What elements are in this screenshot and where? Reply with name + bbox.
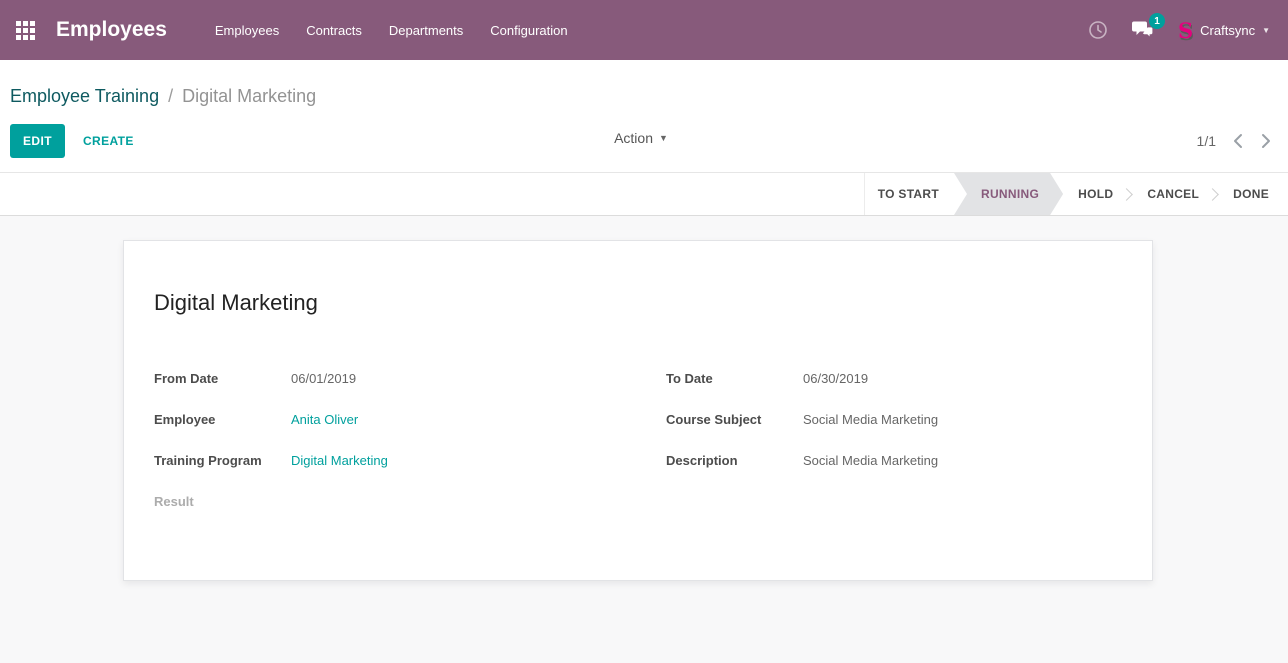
- pager-nav: [1232, 133, 1272, 149]
- menu-item-departments[interactable]: Departments: [389, 23, 463, 38]
- field-to-date: To Date 06/30/2019: [666, 369, 1122, 388]
- app-title[interactable]: Employees: [56, 18, 167, 42]
- field-label: To Date: [666, 369, 803, 388]
- user-menu[interactable]: S Craftsync ▼: [1178, 20, 1270, 41]
- field-course-subject: Course Subject Social Media Marketing: [666, 410, 1122, 429]
- control-panel: Employee Training / Digital Marketing ED…: [0, 60, 1288, 172]
- status-step-running-active[interactable]: RUNNING: [954, 173, 1063, 215]
- pager-count: 1/1: [1197, 133, 1216, 149]
- status-step-done[interactable]: DONE: [1220, 173, 1282, 215]
- chevron-right-icon: [1261, 133, 1272, 149]
- field-label: Description: [666, 451, 803, 470]
- menu-item-employees[interactable]: Employees: [215, 23, 279, 38]
- menu-item-contracts[interactable]: Contracts: [306, 23, 362, 38]
- activities-button[interactable]: [1088, 20, 1108, 40]
- field-training-program: Training Program Digital Marketing: [154, 451, 610, 470]
- training-program-link[interactable]: Digital Marketing: [291, 451, 388, 470]
- field-value: 06/30/2019: [803, 369, 868, 388]
- field-from-date: From Date 06/01/2019: [154, 369, 610, 388]
- edit-button[interactable]: EDIT: [10, 124, 65, 158]
- field-label: Employee: [154, 410, 291, 429]
- apps-menu-button[interactable]: [0, 0, 50, 60]
- create-button[interactable]: CREATE: [83, 134, 134, 148]
- messages-button[interactable]: 1: [1132, 20, 1154, 40]
- content-area: Digital Marketing From Date 06/01/2019 E…: [0, 216, 1288, 635]
- pager-next-button[interactable]: [1261, 133, 1272, 149]
- field-label: From Date: [154, 369, 291, 388]
- statusbar: TO START RUNNING HOLD CANCEL DONE: [0, 172, 1288, 216]
- main-menu: Employees Contracts Departments Configur…: [215, 23, 568, 38]
- navbar-right: 1 S Craftsync ▼: [1088, 20, 1270, 41]
- field-description: Description Social Media Marketing: [666, 451, 1122, 470]
- chevron-left-icon: [1232, 133, 1243, 149]
- breadcrumb-current: Digital Marketing: [182, 86, 316, 106]
- breadcrumb-parent-link[interactable]: Employee Training: [10, 86, 159, 106]
- form-sheet: Digital Marketing From Date 06/01/2019 E…: [123, 240, 1153, 581]
- action-dropdown[interactable]: Action ▼: [614, 130, 668, 146]
- employee-link[interactable]: Anita Oliver: [291, 410, 358, 429]
- action-caret-icon: ▼: [659, 133, 668, 143]
- record-title: Digital Marketing: [154, 290, 1122, 316]
- field-label: Training Program: [154, 451, 291, 470]
- breadcrumb: Employee Training / Digital Marketing: [10, 86, 1272, 107]
- field-value: Social Media Marketing: [803, 410, 938, 429]
- field-column-right: To Date 06/30/2019 Course Subject Social…: [666, 369, 1122, 533]
- breadcrumb-separator: /: [168, 86, 173, 106]
- pager: 1/1: [1197, 133, 1272, 149]
- field-label: Result: [154, 492, 291, 511]
- user-caret-icon: ▼: [1262, 26, 1270, 35]
- field-value: 06/01/2019: [291, 369, 356, 388]
- field-value: Social Media Marketing: [803, 451, 938, 470]
- top-navbar: Employees Employees Contracts Department…: [0, 0, 1288, 60]
- company-logo: S: [1178, 20, 1193, 41]
- field-column-left: From Date 06/01/2019 Employee Anita Oliv…: [154, 369, 610, 533]
- field-grid: From Date 06/01/2019 Employee Anita Oliv…: [154, 369, 1122, 533]
- field-label: Course Subject: [666, 410, 803, 429]
- control-panel-buttons: EDIT CREATE Action ▼ 1/1: [10, 124, 1272, 172]
- apps-grid-icon: [16, 21, 35, 40]
- action-dropdown-label: Action: [614, 130, 653, 146]
- status-step-cancel[interactable]: CANCEL: [1134, 173, 1212, 215]
- status-step-to-start[interactable]: TO START: [864, 173, 952, 215]
- pager-previous-button[interactable]: [1232, 133, 1243, 149]
- field-employee: Employee Anita Oliver: [154, 410, 610, 429]
- activity-clock-icon: [1088, 20, 1108, 40]
- status-step-hold[interactable]: HOLD: [1065, 173, 1126, 215]
- messages-badge: 1: [1149, 13, 1165, 29]
- field-result: Result: [154, 492, 610, 511]
- user-name: Craftsync: [1200, 23, 1255, 38]
- menu-item-configuration[interactable]: Configuration: [490, 23, 567, 38]
